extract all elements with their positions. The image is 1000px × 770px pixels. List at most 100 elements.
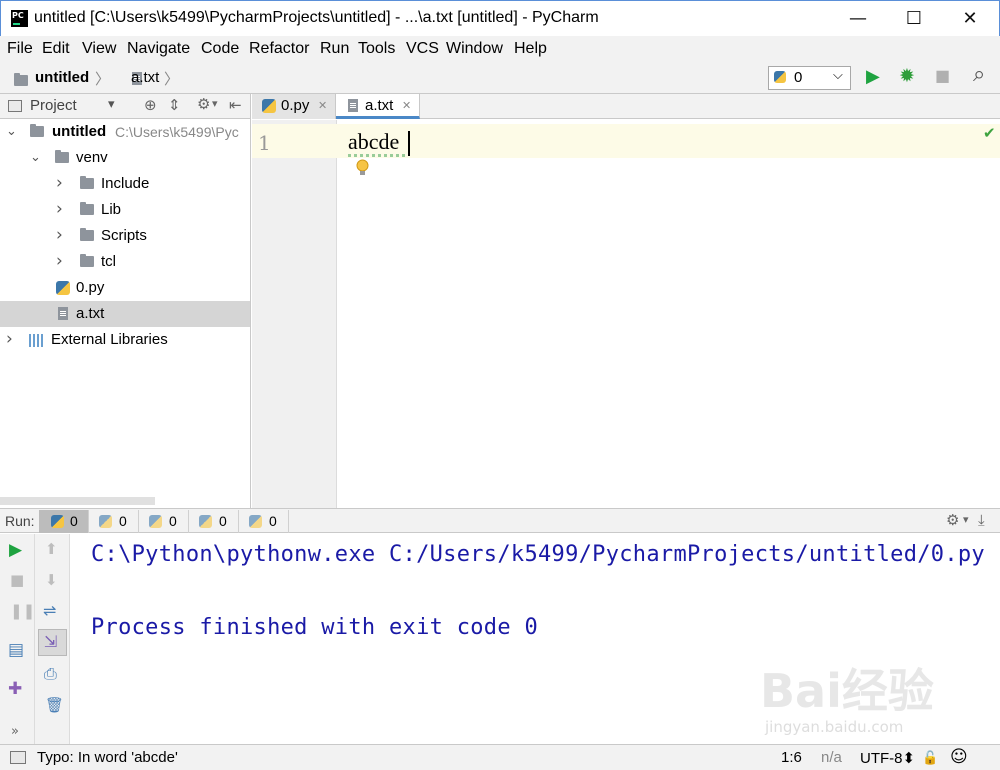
- menu-view[interactable]: View: [82, 40, 116, 58]
- run-configuration-select[interactable]: 0 ⌵: [768, 66, 851, 90]
- project-view-selector[interactable]: Project: [30, 97, 77, 114]
- pin-icon[interactable]: ✚: [8, 679, 22, 699]
- maximize-button[interactable]: ☐: [885, 1, 943, 37]
- menu-tools[interactable]: Tools: [358, 40, 395, 58]
- print-icon[interactable]: ⎙: [44, 664, 57, 684]
- run-tab[interactable]: 0: [89, 510, 139, 533]
- soft-wrap-icon[interactable]: ⇌: [43, 601, 56, 620]
- gear-icon[interactable]: ⚙: [197, 95, 210, 113]
- horizontal-scrollbar[interactable]: [0, 497, 155, 505]
- close-window-button[interactable]: ✕: [941, 1, 999, 37]
- tab-atxt[interactable]: a.txt ✕: [336, 94, 420, 119]
- tree-item-path: C:\Users\k5499\Pyc: [115, 124, 239, 140]
- line-separator[interactable]: n/a: [821, 749, 842, 766]
- layout-icon[interactable]: ▤: [8, 640, 24, 660]
- tree-item-include[interactable]: › Include: [0, 171, 250, 197]
- tree-item-lib[interactable]: › Lib: [0, 197, 250, 223]
- python-icon: [774, 71, 786, 83]
- stop-icon[interactable]: ■: [10, 571, 24, 589]
- collapse-all-icon[interactable]: ⇕: [168, 96, 181, 114]
- pycharm-logo-icon: PC: [11, 10, 28, 27]
- menu-run[interactable]: Run: [320, 40, 349, 58]
- chevron-right-icon[interactable]: ›: [56, 173, 63, 193]
- hide-panel-icon[interactable]: ⤓: [978, 511, 985, 529]
- baidu-watermark-url: jingyan.baidu.com: [765, 718, 904, 736]
- menu-code[interactable]: Code: [201, 40, 239, 58]
- tree-item-scripts[interactable]: › Scripts: [0, 223, 250, 249]
- hide-panel-icon[interactable]: ⇤: [229, 96, 242, 114]
- pause-icon[interactable]: ❚❚: [10, 602, 35, 620]
- chevron-right-icon[interactable]: ›: [56, 251, 63, 271]
- scroll-to-end-icon[interactable]: ⇲: [44, 632, 57, 651]
- search-icon[interactable]: ⌕: [973, 62, 985, 87]
- rerun-icon[interactable]: ▶: [9, 540, 22, 560]
- menu-vcs[interactable]: VCS: [406, 40, 439, 58]
- arrow-up-icon[interactable]: ⬆: [45, 540, 58, 558]
- tree-item-external-libraries[interactable]: › External Libraries: [0, 327, 250, 353]
- trash-icon[interactable]: 🗑: [45, 696, 64, 714]
- lightbulb-icon[interactable]: [356, 159, 369, 177]
- run-tab[interactable]: 0: [239, 510, 289, 533]
- inspection-ok-icon[interactable]: ✔: [983, 124, 996, 142]
- minimize-button[interactable]: —: [829, 1, 887, 37]
- menu-edit[interactable]: Edit: [42, 40, 70, 58]
- inspector-icon[interactable]: ☺: [950, 747, 968, 767]
- menu-file[interactable]: File: [7, 40, 33, 58]
- run-icon[interactable]: ▶: [866, 66, 880, 87]
- console-line: Process finished with exit code 0: [91, 615, 538, 640]
- python-icon: [51, 515, 64, 528]
- code-text[interactable]: abcde: [348, 129, 399, 155]
- menu-help[interactable]: Help: [514, 40, 547, 58]
- tab-0py[interactable]: 0.py ✕: [252, 94, 336, 119]
- close-icon[interactable]: ✕: [318, 99, 327, 112]
- run-panel-header: Run: 0 0 0 0 0 ⚙ ▾ ⤓: [0, 508, 1000, 533]
- chevron-right-icon[interactable]: ›: [56, 199, 63, 219]
- chevron-right-icon[interactable]: ›: [56, 225, 63, 245]
- menu-window[interactable]: Window: [446, 40, 503, 58]
- more-icon[interactable]: »: [11, 724, 19, 739]
- editor-gutter: [252, 120, 337, 508]
- arrow-down-icon[interactable]: ⬇: [45, 571, 58, 589]
- line-number: 1: [258, 131, 271, 155]
- breadcrumb-separator: 〉: [95, 71, 111, 88]
- tree-item-atxt[interactable]: a.txt: [0, 301, 250, 327]
- python-icon: [199, 515, 212, 528]
- run-config-value: 0: [794, 69, 803, 86]
- locate-icon[interactable]: ⊕: [144, 96, 157, 114]
- python-icon: [149, 515, 162, 528]
- status-message: Typo: In word 'abcde': [37, 749, 178, 766]
- chevron-down-icon[interactable]: ▾: [963, 513, 969, 526]
- tree-item-tcl[interactable]: › tcl: [0, 249, 250, 275]
- tool-windows-icon[interactable]: [10, 751, 26, 764]
- lock-icon[interactable]: 🔓: [922, 751, 938, 766]
- breadcrumb-project[interactable]: untitled: [35, 69, 89, 86]
- tree-item-0py[interactable]: 0.py: [0, 275, 250, 301]
- stop-icon[interactable]: ■: [935, 66, 950, 85]
- editor-area[interactable]: [338, 120, 1000, 508]
- run-tab[interactable]: 0: [39, 510, 89, 533]
- title-bar: PC untitled [C:\Users\k5499\PycharmProje…: [0, 0, 1000, 36]
- run-tab-label: 0: [269, 513, 277, 529]
- folder-icon: [80, 176, 94, 189]
- folder-icon: [80, 228, 94, 241]
- chevron-down-icon[interactable]: ⌄: [6, 124, 17, 139]
- run-tab[interactable]: 0: [189, 510, 239, 533]
- gear-icon[interactable]: ⚙: [946, 511, 959, 529]
- typo-underline: [348, 154, 408, 157]
- chevron-down-icon: ⌵: [833, 68, 843, 83]
- chevron-down-icon[interactable]: ⌄: [30, 150, 41, 165]
- breadcrumb-file[interactable]: a.txt: [131, 69, 159, 86]
- menu-refactor[interactable]: Refactor: [249, 40, 309, 58]
- caret-position[interactable]: 1:6: [781, 749, 802, 766]
- tree-item-venv[interactable]: ⌄ venv: [0, 145, 250, 171]
- tree-item-untitled[interactable]: ⌄ untitled C:\Users\k5499\Pyc: [0, 119, 250, 145]
- close-icon[interactable]: ✕: [402, 99, 411, 112]
- file-encoding[interactable]: UTF-8⬍: [860, 749, 915, 767]
- chevron-down-icon[interactable]: ▾: [108, 97, 115, 112]
- run-tab[interactable]: 0: [139, 510, 189, 533]
- python-icon: [99, 515, 112, 528]
- chevron-right-icon[interactable]: ›: [6, 329, 13, 349]
- debug-icon[interactable]: ✹: [899, 65, 915, 87]
- chevron-down-icon[interactable]: ▾: [212, 97, 218, 110]
- menu-navigate[interactable]: Navigate: [127, 40, 190, 58]
